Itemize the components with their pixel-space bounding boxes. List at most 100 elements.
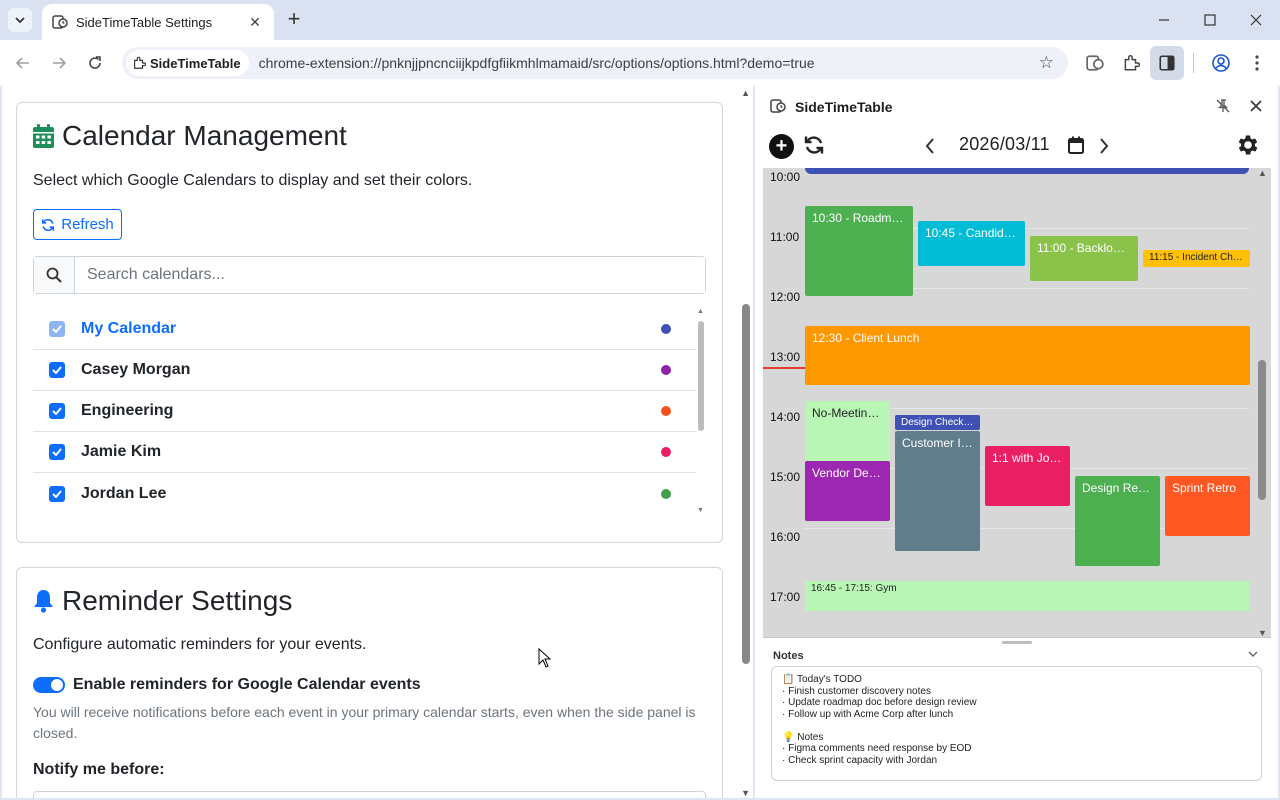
calendar-management-card: Calendar Management Select which Google …	[16, 102, 723, 543]
date-picker-icon[interactable]	[1068, 136, 1084, 154]
add-event-button[interactable]: +	[769, 134, 794, 159]
scroll-up-icon[interactable]: ▲	[1258, 168, 1267, 178]
scrollbar-thumb[interactable]	[1258, 360, 1266, 500]
refresh-label: Refresh	[61, 216, 114, 233]
calendar-color-dot[interactable]	[661, 365, 671, 375]
event-block[interactable]: 11:00 - Backlog Grooming	[1030, 236, 1138, 281]
side-panel-title: SideTimeTable	[795, 99, 893, 115]
calendar-checkbox[interactable]	[49, 485, 65, 502]
calendar-checkbox[interactable]	[49, 444, 65, 460]
calendar-row[interactable]: My Calendar	[33, 309, 696, 350]
calendar-checkbox[interactable]	[49, 362, 65, 378]
unpin-icon	[1216, 99, 1230, 113]
hour-label: 14:00	[770, 410, 801, 424]
current-date[interactable]: 2026/03/11	[959, 134, 1050, 155]
chevron-down-icon[interactable]	[1248, 650, 1258, 658]
event-block[interactable]: 12:30 - Client Lunch	[805, 326, 1250, 385]
event-block[interactable]: 11:15 - Incident Check	[1143, 250, 1250, 267]
event-block[interactable]: Customer Interview	[895, 431, 980, 551]
sidetimetable-extension-button[interactable]	[1083, 51, 1107, 75]
address-bar[interactable]: SideTimeTable chrome-extension://pnknjjp…	[122, 47, 1068, 79]
notify-before-select[interactable]	[33, 791, 706, 798]
extensions-button[interactable]	[1119, 51, 1143, 75]
reload-icon	[89, 56, 101, 69]
calendar-search-group	[33, 256, 706, 294]
site-info-chip[interactable]: SideTimeTable	[126, 50, 249, 76]
gear-icon[interactable]	[1235, 132, 1261, 158]
calendar-checkbox[interactable]	[49, 403, 65, 419]
bell-icon	[34, 590, 53, 613]
scroll-up-icon[interactable]: ▲	[741, 88, 750, 98]
maximize-button[interactable]	[1192, 6, 1228, 34]
event-block[interactable]: Design Review	[1075, 476, 1160, 566]
calendar-name: Jamie Kim	[81, 443, 162, 460]
browser-tab[interactable]: SideTimeTable Settings ✕	[42, 4, 274, 40]
event-block[interactable]: 16:45 - 17:15: Gym	[805, 581, 1250, 611]
refresh-button[interactable]: Refresh	[33, 209, 122, 240]
close-panel-button[interactable]	[1248, 98, 1264, 114]
scrollbar-thumb[interactable]	[742, 304, 750, 664]
calendar-row[interactable]: Casey Morgan	[33, 350, 696, 391]
reminder-help-text: You will receive notifications before ea…	[33, 704, 696, 741]
calendar-color-dot[interactable]	[661, 488, 671, 499]
calendar-management-description: Select which Google Calendars to display…	[33, 172, 473, 189]
scrollbar-thumb[interactable]	[698, 321, 704, 431]
chevron-down-icon	[15, 17, 25, 24]
scroll-down-icon[interactable]: ▼	[697, 507, 704, 514]
browser-menu-button[interactable]	[1245, 51, 1269, 75]
scroll-down-icon[interactable]: ▼	[741, 788, 750, 798]
calendar-color-dot[interactable]	[661, 447, 671, 457]
event-block[interactable]: 10:45 - Candidate Interview	[918, 221, 1025, 266]
back-button[interactable]	[11, 51, 35, 75]
timeline[interactable]: 10:00 11:00 12:00 13:00 14:00 15:00 16:0…	[763, 168, 1271, 638]
scroll-up-icon[interactable]: ▲	[697, 308, 704, 315]
event-block[interactable]: Design Check-in	[895, 415, 980, 430]
close-icon	[1250, 100, 1262, 112]
event-block[interactable]	[805, 168, 1249, 174]
scroll-down-icon[interactable]: ▼	[1258, 628, 1267, 637]
bookmark-star-icon[interactable]: ☆	[1039, 53, 1054, 73]
close-icon	[1250, 14, 1262, 26]
page-scrollbar[interactable]: ▲ ▼	[739, 86, 753, 798]
close-window-button[interactable]	[1238, 6, 1274, 34]
chevron-left-icon[interactable]	[923, 136, 937, 156]
forward-button[interactable]	[47, 51, 71, 75]
calendar-color-dot[interactable]	[661, 406, 671, 416]
resize-handle[interactable]	[1002, 641, 1032, 644]
hour-label: 12:00	[770, 290, 801, 304]
notes-textarea[interactable]: 📋 Today's TODO · Finish customer discove…	[771, 666, 1262, 781]
search-input[interactable]	[75, 257, 705, 293]
event-block[interactable]: 1:1 with Jordan	[985, 446, 1070, 506]
event-block[interactable]: No-Meeting Block	[805, 401, 890, 461]
calendar-list-scrollbar[interactable]: ▲ ▼	[696, 308, 706, 514]
calendar-checkbox[interactable]	[49, 321, 65, 337]
sync-icon[interactable]	[803, 134, 825, 156]
calendar-row[interactable]: Jordan Lee	[33, 473, 696, 514]
unpin-button[interactable]	[1215, 98, 1231, 114]
reminder-toggle-switch[interactable]	[33, 677, 65, 693]
sidetimetable-icon	[770, 99, 786, 113]
tab-search-button[interactable]	[8, 8, 32, 32]
profile-button[interactable]	[1209, 51, 1233, 75]
extension-icon	[134, 56, 146, 69]
notify-before-label: Notify me before:	[33, 761, 165, 778]
event-block[interactable]: 10:30 - Roadmap Review	[805, 206, 913, 296]
tab-close-icon[interactable]: ✕	[246, 14, 264, 31]
event-block[interactable]: Sprint Retro	[1165, 476, 1250, 536]
new-tab-button[interactable]: +	[282, 8, 306, 32]
reminder-toggle-row[interactable]: Enable reminders for Google Calendar eve…	[33, 676, 421, 694]
side-panel-header: SideTimeTable	[755, 86, 1278, 126]
event-block[interactable]: Vendor Demo	[805, 461, 890, 521]
minimize-button[interactable]	[1146, 6, 1182, 34]
reload-button[interactable]	[83, 51, 107, 75]
calendar-color-dot[interactable]	[661, 324, 671, 334]
calendar-row[interactable]: Jamie Kim	[33, 432, 696, 473]
timeline-scrollbar[interactable]: ▲ ▼	[1255, 168, 1269, 637]
arrow-left-icon	[15, 57, 29, 69]
profile-icon	[1212, 54, 1230, 72]
side-panel-button[interactable]	[1150, 46, 1184, 80]
toolbar-separator	[1193, 53, 1194, 73]
sidetimetable-icon	[1086, 55, 1104, 71]
chevron-right-icon[interactable]	[1097, 136, 1111, 156]
calendar-row[interactable]: Engineering	[33, 391, 696, 432]
